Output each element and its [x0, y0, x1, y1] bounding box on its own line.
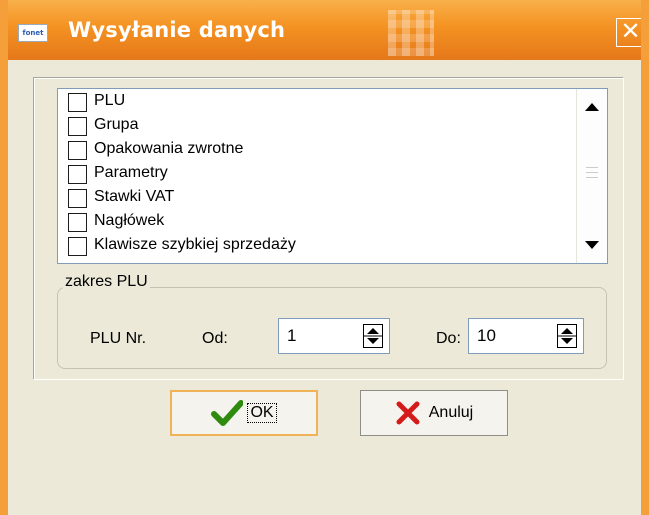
list-item-label: Nagłówek	[94, 212, 165, 229]
checkbox[interactable]	[68, 237, 87, 256]
from-spin-buttons[interactable]	[363, 324, 383, 348]
ok-button[interactable]: OK	[170, 390, 318, 436]
title-bar[interactable]: fonet Wysyłanie danych ✕	[8, 0, 641, 60]
arrow-down-icon	[585, 241, 599, 249]
dialog-body: PLU Grupa Opakowania zwrotne Parametry S…	[8, 60, 641, 515]
checkbox[interactable]	[68, 117, 87, 136]
scroll-down-button[interactable]	[577, 227, 607, 263]
cancel-button[interactable]: Anuluj	[360, 390, 508, 436]
spin-arrows-icon	[364, 328, 382, 344]
list-item-label: Grupa	[94, 116, 139, 133]
dialog-window: fonet Wysyłanie danych ✕ PLU Grupa Opako…	[0, 0, 649, 515]
plu-range-legend: zakres PLU	[63, 273, 150, 291]
checkmark-icon	[211, 400, 244, 426]
list-scrollbar[interactable]	[576, 89, 607, 263]
from-value[interactable]: 1	[287, 326, 296, 346]
scroll-up-button[interactable]	[577, 89, 607, 125]
cancel-label: Anuluj	[428, 404, 474, 421]
cross-icon	[396, 401, 420, 425]
to-spin-buttons[interactable]	[557, 324, 577, 348]
checkbox[interactable]	[68, 141, 87, 160]
list-item-label: Opakowania zwrotne	[94, 140, 244, 157]
close-button[interactable]: ✕	[616, 18, 641, 47]
checkbox[interactable]	[68, 189, 87, 208]
to-spinner[interactable]: 10	[468, 318, 584, 354]
to-value[interactable]: 10	[477, 326, 496, 346]
list-item-label: Klawisze szybkiej sprzedaży	[94, 236, 296, 253]
arrow-up-icon	[585, 103, 599, 111]
list-item-label: Parametry	[94, 164, 168, 181]
scrollbar-grip-icon[interactable]	[586, 167, 598, 182]
decorative-pattern	[388, 10, 434, 56]
checkbox[interactable]	[68, 213, 87, 232]
to-label: Do:	[436, 330, 461, 347]
checkbox[interactable]	[68, 93, 87, 112]
list-item-label: Stawki VAT	[94, 188, 175, 205]
plu-number-label: PLU Nr.	[90, 330, 147, 347]
from-label: Od:	[202, 330, 228, 347]
ok-label: OK	[247, 403, 277, 423]
list-item-label: PLU	[94, 92, 126, 109]
checkbox[interactable]	[68, 165, 87, 184]
spin-arrows-icon	[558, 328, 576, 344]
app-logo-icon: fonet	[18, 24, 48, 42]
from-spinner[interactable]: 1	[278, 318, 390, 354]
window-title: Wysyłanie danych	[68, 18, 286, 42]
data-type-checklist[interactable]: PLU Grupa Opakowania zwrotne Parametry S…	[57, 88, 608, 264]
